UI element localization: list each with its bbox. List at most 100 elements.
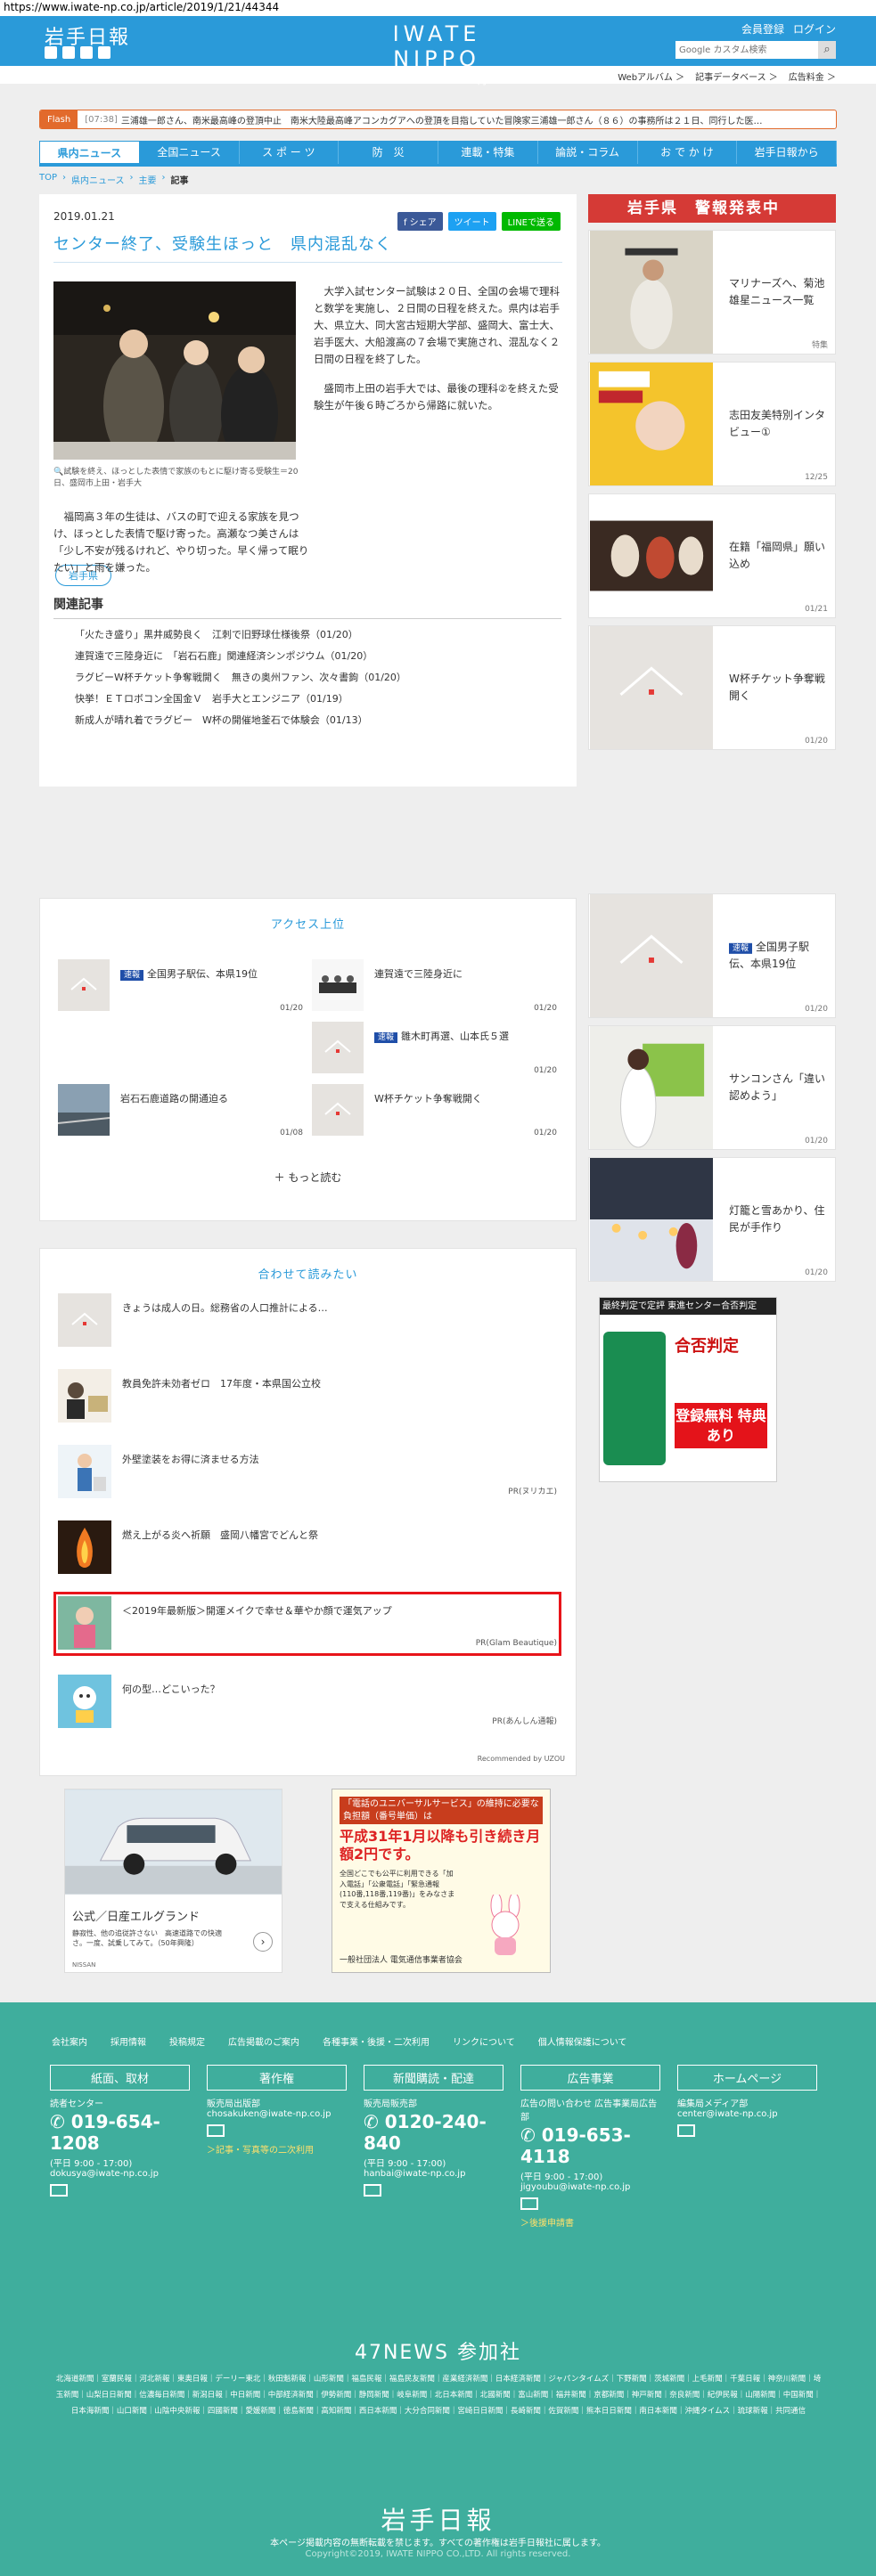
right-card[interactable]: W杯チケット争奪戦開く 01/20 (588, 625, 836, 750)
facebook-icon[interactable] (62, 46, 75, 59)
contact-heading[interactable]: 広告事業 (520, 2065, 660, 2091)
flash-news-bar[interactable]: Flash [07:38] 三浦雄一郎さん、南米最高峰の登頂中止 南米大陸最高峰… (39, 110, 837, 129)
toshin-ad[interactable]: 最終判定で定評 東進センター合否判定 合否判定 登録無料 特典あり (599, 1297, 777, 1482)
related-item[interactable]: 快挙！ＥＴロボコン全国金Ｖ 岩手大とエンジニア（01/19） (75, 689, 561, 710)
weather-warning-banner[interactable]: 岩手県 警報発表中 (588, 194, 836, 223)
related-item[interactable]: 新成人が晴れ着でラグビー W杯の開催地釜石で体験会（01/13） (75, 710, 561, 731)
subnav-article-db[interactable]: 記事データベース ＞ (695, 69, 778, 84)
mail-icon[interactable] (520, 2197, 538, 2210)
ranking-item[interactable]: 連賀遠で三陸身近に 01/20 (312, 959, 557, 1013)
right-card[interactable]: 志田友美特別インタビュー① 12/25 (588, 362, 836, 486)
ad1-title: 公式／日産エルグランド (72, 1911, 201, 1924)
nav-from-nippo[interactable]: 岩手日報から (737, 141, 837, 164)
subnav-web-album[interactable]: Webアルバム ＞ (618, 69, 684, 84)
breadcrumb-prefecture[interactable]: 県内ニュース (71, 173, 125, 186)
register-link[interactable]: 会員登録 (741, 21, 784, 37)
ranking-title: 連賀遠で三陸身近に (374, 968, 463, 980)
contact-email[interactable]: center@iwate-np.co.jp (677, 2109, 817, 2119)
ranking-item[interactable]: 速報 雛木町再選、山本氏５選 01/20 (312, 1022, 557, 1075)
line-icon[interactable] (80, 46, 93, 59)
tweet-button[interactable]: ツイート (447, 212, 496, 231)
twitter-icon[interactable] (45, 46, 57, 59)
card-thumbnail (58, 1084, 110, 1136)
sponsorship-link[interactable]: ＞後援申請書 (520, 2215, 660, 2229)
breadcrumb-main[interactable]: 主要 (139, 173, 157, 186)
contact-heading[interactable]: 紙面、取材 (50, 2065, 190, 2091)
recommended-item[interactable]: 燃え上がる炎へ祈願 盛岡八幡宮でどんと祭 (58, 1520, 557, 1576)
search-input[interactable] (675, 41, 818, 59)
brand-block[interactable]: IWATE NIPPO 2019.01.21. 月 (352, 21, 521, 87)
partner-newspapers[interactable]: 北海道新聞｜室蘭民報｜河北新報｜東奥日報｜デーリー東北｜秋田魁新報｜山形新聞｜福… (55, 2371, 822, 2419)
footer-link-privacy[interactable]: 個人情報保護について (538, 2034, 627, 2048)
ranking-item[interactable]: 速報 全国男子駅伝、本県19位 01/20 (58, 959, 303, 1013)
line-share-button[interactable]: LINEで送る (501, 212, 561, 231)
contact-email[interactable]: jigyoubu@iwate-np.co.jp (520, 2182, 660, 2192)
instagram-icon[interactable] (98, 46, 111, 59)
magnify-icon[interactable]: 🔍 (53, 468, 63, 477)
contact-heading[interactable]: 新聞購読・配達 (364, 2065, 503, 2091)
chevron-right-icon[interactable]: › (253, 1932, 273, 1952)
footer-link-advertising[interactable]: 広告掲載のご案内 (228, 2034, 299, 2048)
nav-column[interactable]: 論説・コラム (538, 141, 638, 164)
universal-service-ad[interactable]: 「電話のユニバーサルサービス」の維持に必要な負担額（番号単価）は 平成31年1月… (332, 1789, 551, 1973)
breadcrumb-top[interactable]: TOP (39, 173, 57, 186)
recommended-item[interactable]: きょうは成人の日。総務省の人口推計による… (58, 1293, 557, 1349)
facebook-share-button[interactable]: f シェア (397, 212, 443, 231)
footer-link-submission[interactable]: 投稿規定 (169, 2034, 205, 2048)
contact-email[interactable]: hanbai@iwate-np.co.jp (364, 2169, 503, 2179)
mail-icon[interactable] (50, 2184, 68, 2197)
phone-number[interactable]: ✆ 019-653-4118 (520, 2124, 660, 2167)
flash-text[interactable]: 三浦雄一郎さん、南米最高峰の登頂中止 南米大陸最高峰アコンカグアへの登頂を目指し… (121, 113, 763, 126)
footer-link-company[interactable]: 会社案内 (52, 2034, 87, 2048)
ranking-date: 01/20 (280, 1004, 303, 1013)
footer-link-linking[interactable]: リンクについて (453, 2034, 515, 2048)
right-card[interactable]: 速報 全国男子駅伝、本県19位 01/20 (588, 893, 836, 1018)
right-card[interactable]: 灯籠と雪あかり、住民が手作り 01/20 (588, 1157, 836, 1282)
footer-link-events[interactable]: 各種事業・後援・二次利用 (323, 2034, 430, 2048)
article-paragraph-1: 大学入試センター試験は２０日、全国の会場で理科と数学を実施し、２日間の日程を終え… (314, 285, 561, 365)
right-card[interactable]: サンコンさん「違い認めよう」 01/20 (588, 1025, 836, 1150)
contact-heading[interactable]: 著作権 (207, 2065, 347, 2091)
recommended-item[interactable]: 何の型…どこいった？ PR(あんしん通報) (58, 1675, 557, 1730)
nav-disaster[interactable]: 防 災 (339, 141, 438, 164)
contact-heading[interactable]: ホームページ (677, 2065, 817, 2091)
right-card[interactable]: マリナーズへ、菊池雄星ニュース一覧 特集 (588, 230, 836, 355)
recommended-item[interactable]: 外壁塗装をお得に済ませる方法 PR(ヌリカエ) (58, 1445, 557, 1500)
card-title: サンコンさん「違い認めよう」 (729, 1072, 826, 1102)
related-item[interactable]: ラグビーW杯チケット争奪戦開く 無きの奥州ファン、次々書鉤（01/20） (75, 667, 561, 689)
ranking-item[interactable]: W杯チケット争奪戦開く 01/20 (312, 1084, 557, 1137)
mail-icon[interactable] (207, 2124, 225, 2137)
nav-series[interactable]: 連載・特集 (438, 141, 538, 164)
recommended-by[interactable]: Recommended by UZOU (478, 1755, 565, 1763)
recommended-title: 合わせて読みたい (258, 1268, 358, 1282)
phone-number[interactable]: ✆ 0120-240-840 (364, 2111, 503, 2154)
share-buttons: f シェア ツイート LINEで送る (397, 212, 561, 231)
contact-dept: 広告の問い合わせ 広告事業局広告部 (520, 2099, 658, 2123)
search-button[interactable]: ⌕ (818, 41, 836, 59)
article-photo[interactable] (53, 281, 296, 460)
right-card[interactable]: 在籍「福岡県」願い込め 01/21 (588, 493, 836, 618)
recommended-item-title: 教員免許未効者ゼロ 17年度・本県国公立校 (122, 1378, 321, 1390)
nav-national-news[interactable]: 全国ニュース (140, 141, 240, 164)
secondary-use-link[interactable]: ＞記事・写真等の二次利用 (207, 2142, 347, 2156)
related-item[interactable]: 「火たき盛り」黒井威勢良く 江刺で旧野球仕様後祭（01/20） (75, 624, 561, 646)
footer-link-recruit[interactable]: 採用情報 (111, 2034, 146, 2048)
phone-number[interactable]: ✆ 019-654-1208 (50, 2111, 190, 2154)
nav-prefecture-news[interactable]: 県内ニュース (39, 141, 140, 164)
more-button[interactable]: ＋ もっと読む (40, 1170, 576, 1185)
mail-icon[interactable] (677, 2124, 695, 2137)
related-item[interactable]: 連賀遠で三陸身近に 「岩石石鹿」関連経済シンポジウム（01/20） (75, 646, 561, 667)
contact-email[interactable]: dokusya@iwate-np.co.jp (50, 2169, 190, 2179)
recommended-item[interactable]: 教員免許未効者ゼロ 17年度・本県国公立校 (58, 1369, 557, 1424)
subnav-ad-rates[interactable]: 広告料金 ＞ (789, 69, 836, 84)
nav-sports[interactable]: ス ポ ー ツ (240, 141, 340, 164)
recommended-item-highlighted[interactable]: ＜2019年最新版＞開運メイクで幸せ＆華やか顔で運気アップ PR(Glam Be… (53, 1592, 561, 1656)
nissan-ad[interactable]: 公式／日産エルグランド 静寂性、他の追従許さない 高速道路での快適さ。一度、試乗… (64, 1789, 282, 1973)
mail-icon[interactable] (364, 2184, 381, 2197)
ranking-item[interactable]: 岩石石鹿道路の開通迫る 01/08 (58, 1084, 303, 1137)
contact-email[interactable]: chosakuken@iwate-np.co.jp (207, 2109, 347, 2119)
nav-outing[interactable]: お で か け (638, 141, 738, 164)
recommended-item-title: 外壁塗装をお得に済ませる方法 (122, 1454, 259, 1465)
footer-logo[interactable]: 岩手日報 (0, 2501, 876, 2537)
login-link[interactable]: ログイン (793, 21, 836, 37)
